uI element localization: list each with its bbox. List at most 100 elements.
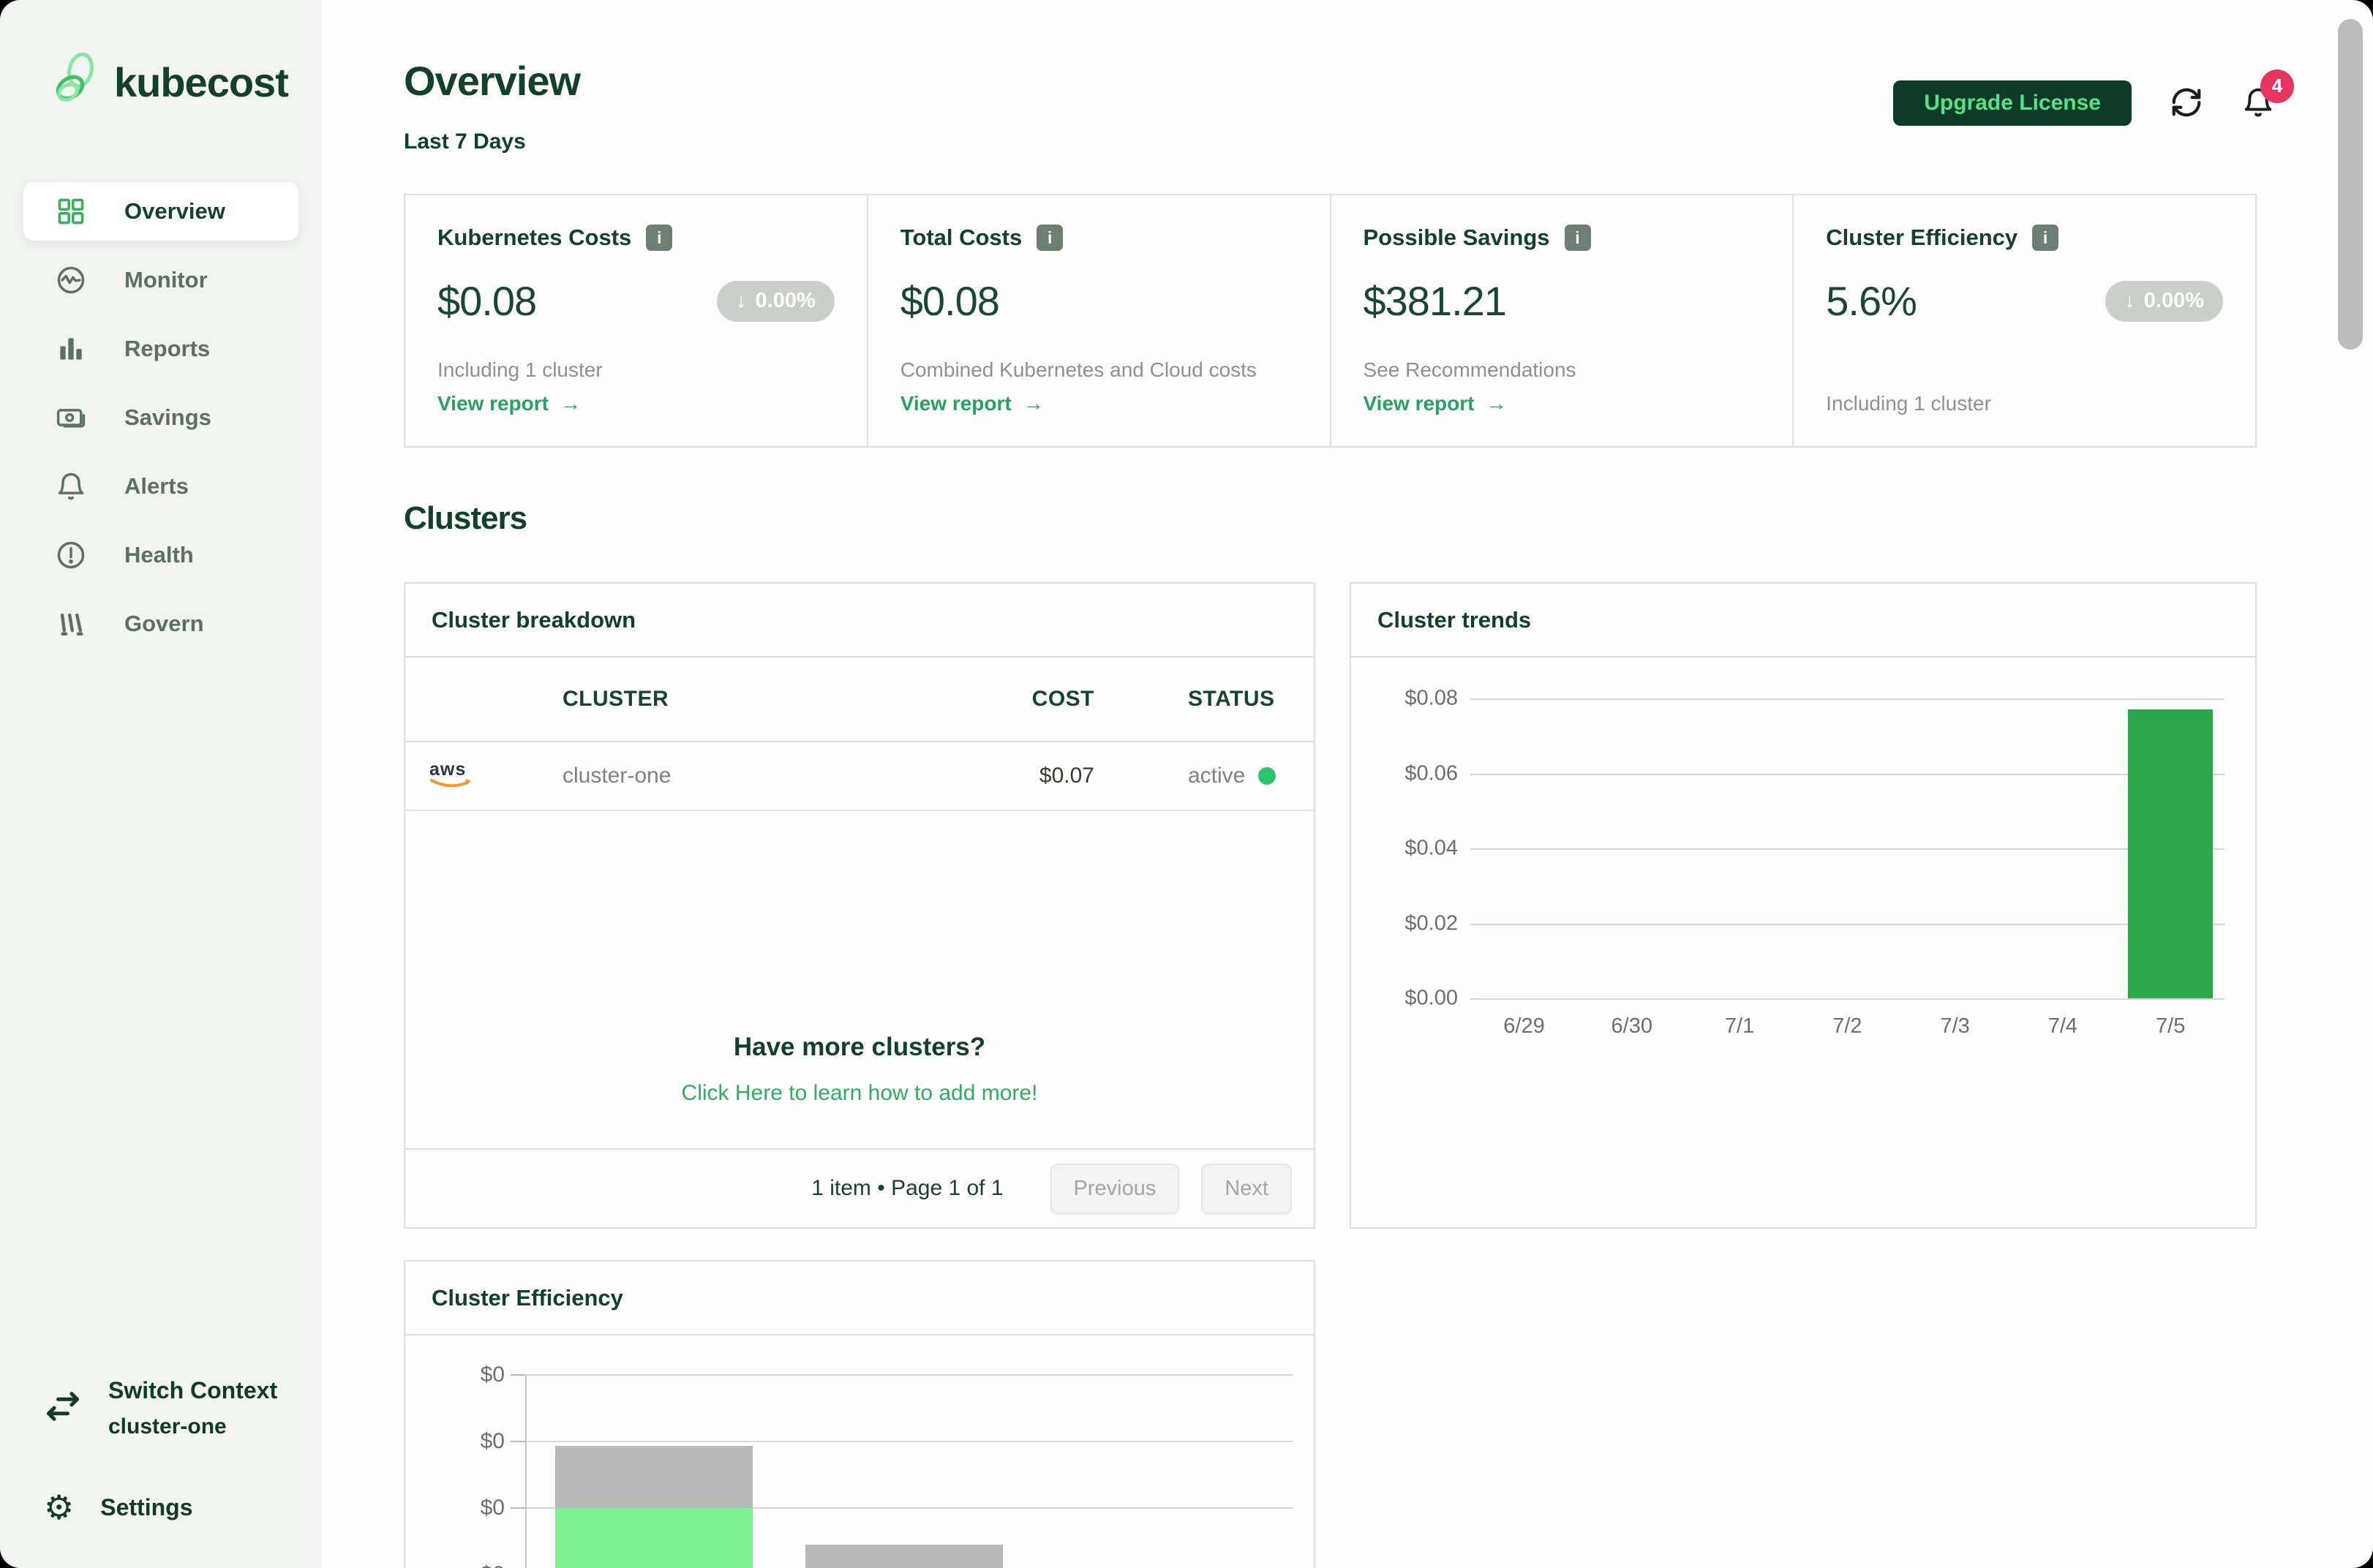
main-content: Overview Last 7 Days Upgrade License [322, 0, 2373, 1568]
stat-card-title: Possible Savings [1364, 225, 1550, 251]
brand-name: kubecost [114, 59, 288, 106]
efficiency-card-title: Cluster Efficiency [432, 1285, 623, 1311]
add-clusters-link[interactable]: Click Here to learn how to add more! [682, 1081, 1038, 1106]
column-cluster: CLUSTER [563, 687, 959, 712]
health-icon [54, 538, 88, 572]
sidebar-footer: Switch Context cluster-one ⚙ Settings [23, 1377, 298, 1524]
sidebar-item-health[interactable]: Health [23, 526, 298, 584]
info-icon[interactable]: i [646, 225, 672, 251]
bell-icon [54, 470, 88, 503]
efficiency-bar-1-idle[interactable] [555, 1446, 753, 1508]
page-header: Overview Last 7 Days Upgrade License [404, 57, 2373, 154]
gridline [1470, 998, 2225, 1000]
stat-card-value: $0.08 [437, 277, 536, 325]
cluster-table-row[interactable]: awscluster-one$0.07active [405, 742, 1314, 811]
brand: kubecost [23, 53, 298, 112]
sidebar-item-monitor[interactable]: Monitor [23, 251, 298, 309]
app-window: kubecost Overview Monitor Reports Savings Al… [0, 0, 2373, 1568]
switch-context-button[interactable]: Switch Context cluster-one [44, 1377, 298, 1439]
scrollbar-thumb[interactable] [2338, 19, 2363, 350]
reports-icon [54, 332, 88, 366]
aws-logo: aws [427, 782, 477, 794]
y-axis-line [525, 1375, 527, 1568]
stat-card-kubernetes-costs: Kubernetes Costsi$0.08↓0.00%Including 1 … [405, 195, 868, 446]
refresh-button[interactable] [2170, 86, 2203, 121]
current-context: cluster-one [108, 1414, 277, 1439]
axis-tick [511, 1374, 525, 1376]
efficiency-bar-1-used[interactable] [555, 1508, 753, 1568]
arrow-right-icon: → [1486, 392, 1506, 415]
stat-card-title: Cluster Efficiency [1826, 225, 2017, 251]
y-axis-tick-label: $0 [424, 1362, 505, 1387]
sidebar: kubecost Overview Monitor Reports Savings Al… [0, 0, 322, 1568]
next-page-button[interactable]: Next [1201, 1164, 1292, 1214]
pagination: 1 item • Page 1 of 1 Previous Next [405, 1148, 1314, 1227]
breakdown-card-title: Cluster breakdown [432, 607, 636, 633]
monitor-icon [54, 263, 88, 297]
stat-card-total-costs: Total Costsi$0.08Combined Kubernetes and… [868, 195, 1331, 446]
sidebar-item-overview[interactable]: Overview [23, 182, 298, 241]
grid-icon [54, 195, 88, 228]
govern-icon [54, 607, 88, 641]
sidebar-item-label: Govern [124, 611, 204, 637]
sidebar-item-label: Reports [124, 336, 210, 362]
trends-card-title: Cluster trends [1377, 607, 1531, 633]
x-axis-tick-label: 7/3 [1901, 1014, 2009, 1039]
delta-badge: ↓0.00% [2105, 281, 2223, 322]
previous-page-button[interactable]: Previous [1050, 1164, 1180, 1214]
x-axis-tick-label: 7/1 [1686, 1014, 1794, 1039]
stat-card-possible-savings: Possible Savings i $381.21See Recommendati… [1331, 195, 1794, 446]
prompt-title: Have more clusters? [405, 1033, 1314, 1062]
y-axis-tick-label: $0 [424, 1562, 505, 1568]
info-icon[interactable]: i [1565, 225, 1591, 251]
sidebar-item-label: Monitor [124, 267, 208, 293]
kubecost-logo-icon [53, 53, 101, 112]
stat-card-caption: Including 1 cluster [437, 325, 835, 382]
axis-tick [511, 1441, 525, 1442]
notifications-button[interactable]: 4 [2241, 86, 2275, 121]
info-icon[interactable]: i [2032, 225, 2058, 251]
arrow-down-icon: ↓ [2124, 289, 2135, 313]
cluster-efficiency-card: Cluster Efficiency $0$0$0$0 [404, 1260, 1315, 1568]
delta-badge: ↓0.00% [717, 281, 835, 322]
sidebar-item-label: Overview [124, 198, 225, 225]
cluster-cost: $0.07 [959, 764, 1094, 788]
axis-tick [511, 1507, 525, 1509]
column-status: STATUS [1094, 687, 1314, 712]
upgrade-license-button[interactable]: Upgrade License [1893, 80, 2132, 126]
view-report-link[interactable]: View report→ [1364, 392, 1761, 415]
stat-card-caption: See Recommendations [1364, 325, 1761, 382]
stat-card-cluster-efficiency: Cluster Efficiencyi5.6%↓0.00%Including 1… [1794, 195, 2255, 446]
sidebar-item-label: Health [124, 542, 194, 568]
header-actions: Upgrade License 4 [1893, 80, 2275, 126]
x-axis-tick-label: 6/29 [1470, 1014, 1578, 1039]
gridline [1470, 924, 2225, 925]
cluster-trends-chart: $0.08$0.06$0.04$0.02$0.006/296/307/17/27… [1470, 698, 2225, 998]
sidebar-item-label: Savings [124, 404, 211, 431]
sidebar-item-settings[interactable]: ⚙ Settings [44, 1490, 298, 1524]
stat-card-value: $381.21 [1364, 277, 1506, 325]
page-title: Overview [404, 57, 580, 105]
breakdown-table-body: awscluster-one$0.07active [405, 742, 1314, 811]
refresh-icon [2170, 86, 2203, 119]
efficiency-bar-2-idle[interactable] [805, 1545, 1003, 1568]
info-icon[interactable]: i [1037, 225, 1063, 251]
sidebar-item-reports[interactable]: Reports [23, 320, 298, 378]
view-report-link[interactable]: View report→ [900, 392, 1298, 415]
cluster-name: cluster-one [563, 764, 959, 788]
trend-bar-7/5[interactable] [2128, 709, 2213, 998]
stat-card-caption: Combined Kubernetes and Cloud costs [900, 325, 1298, 382]
sidebar-item-alerts[interactable]: Alerts [23, 457, 298, 516]
stat-card-title: Total Costs [900, 225, 1023, 251]
gridline [1470, 698, 2225, 700]
view-report-link[interactable]: View report→ [437, 392, 835, 415]
sidebar-item-savings[interactable]: Savings [23, 388, 298, 447]
stat-cards-row: Kubernetes Costsi$0.08↓0.00%Including 1 … [404, 194, 2257, 448]
gridline [527, 1374, 1293, 1376]
y-axis-tick-label: $0.06 [1341, 761, 1458, 785]
column-cost: COST [959, 687, 1094, 712]
sidebar-item-govern[interactable]: Govern [23, 595, 298, 653]
arrow-right-icon: → [560, 392, 581, 415]
gridline [527, 1441, 1293, 1442]
stat-card-caption: Including 1 cluster [1826, 358, 2223, 415]
